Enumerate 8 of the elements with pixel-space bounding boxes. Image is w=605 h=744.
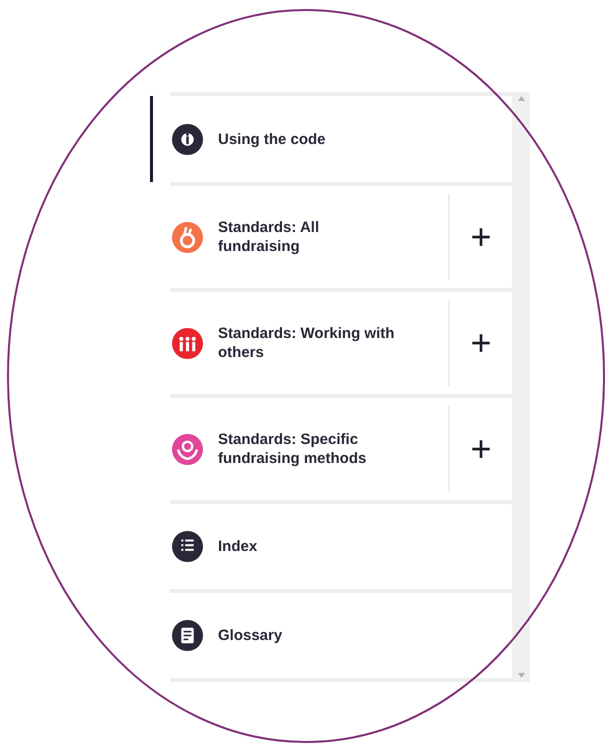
scrollbar[interactable] — [512, 92, 530, 682]
scroll-up-icon[interactable] — [518, 96, 524, 101]
menu-item[interactable]: Standards: Working with others — [150, 292, 448, 394]
menu-item[interactable]: Standards: Specific fundraising methods — [150, 398, 448, 500]
menu-item[interactable]: Glossary — [150, 593, 512, 678]
scroll-down-icon[interactable] — [518, 673, 524, 678]
menu-item[interactable]: Index — [150, 504, 512, 589]
menu-item[interactable]: Standards: All fundraising — [150, 186, 448, 288]
